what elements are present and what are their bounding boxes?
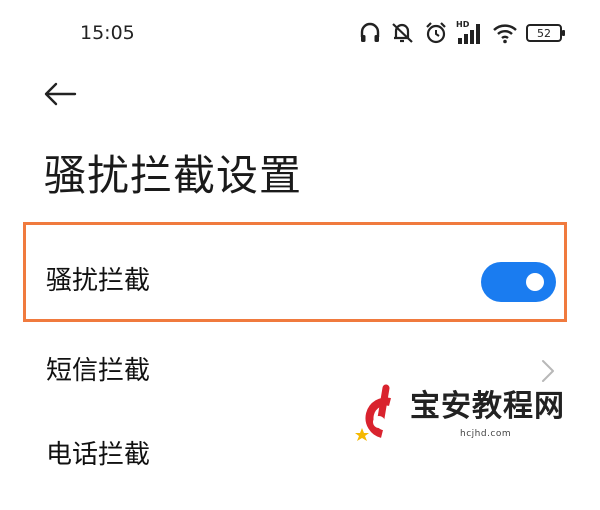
status-time: 15:05 <box>80 22 135 44</box>
signal-icon: HD <box>456 20 484 46</box>
harassment-block-toggle[interactable] <box>481 262 556 302</box>
alarm-icon <box>424 21 448 45</box>
status-bar: 15:05 HD 52 <box>0 0 600 60</box>
watermark-logo-icon <box>355 384 391 441</box>
battery-icon: 52 <box>526 24 565 42</box>
arrow-left-icon <box>44 82 77 106</box>
setting-label: 短信拦截 <box>46 356 151 386</box>
battery-level: 52 <box>537 26 551 40</box>
headphones-icon <box>358 21 382 45</box>
watermark-url: hcjhd.com <box>460 429 512 439</box>
toggle-knob <box>526 273 544 291</box>
wifi-icon <box>492 22 518 44</box>
back-button[interactable] <box>40 76 80 112</box>
hd-label: HD <box>456 20 470 29</box>
page-title: 骚扰拦截设置 <box>44 151 303 200</box>
setting-label: 电话拦截 <box>46 440 151 470</box>
mute-vibrate-icon <box>390 21 416 45</box>
setting-label: 骚扰拦截 <box>46 266 151 296</box>
watermark: 宝安教程网 hcjhd.com <box>350 380 600 450</box>
status-icons: HD 52 <box>358 18 565 48</box>
watermark-title: 宝安教程网 <box>410 389 565 424</box>
